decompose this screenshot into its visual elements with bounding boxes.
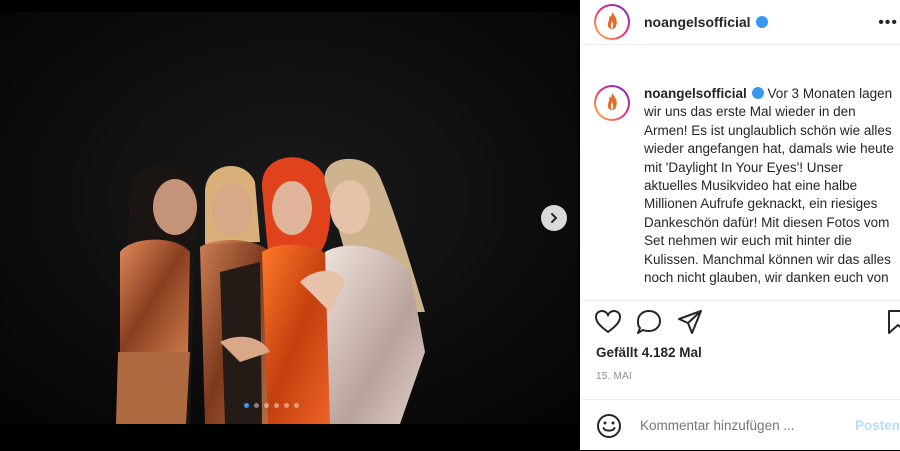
comment-bar: Posten	[580, 399, 900, 451]
carousel-dot	[254, 403, 259, 408]
carousel-indicator	[244, 403, 299, 408]
caption: noangelsofficial Vor 3 Monaten lagen wir…	[594, 85, 896, 287]
caption-username[interactable]: noangelsofficial	[644, 86, 747, 101]
post-photo[interactable]	[0, 12, 578, 424]
likes-count[interactable]: Gefällt 4.182 Mal	[596, 345, 702, 360]
post-media-panel	[0, 0, 580, 450]
heart-icon[interactable]	[594, 308, 622, 336]
chevron-right-icon	[551, 213, 558, 223]
bookmark-icon[interactable]	[884, 308, 900, 336]
flame-logo-icon	[607, 12, 617, 29]
photo-illustration	[0, 12, 578, 424]
caption-text: noangelsofficial Vor 3 Monaten lagen wir…	[644, 85, 896, 287]
comment-icon[interactable]	[635, 308, 663, 336]
verified-badge-icon	[751, 87, 764, 99]
caption-body: Vor 3 Monaten lagen wir uns das erste Ma…	[644, 86, 894, 286]
post-actions	[594, 308, 900, 338]
post-side-panel: noangelsofficial ••• noangelsofficial Vo…	[580, 0, 900, 450]
emoji-icon[interactable]	[596, 413, 622, 439]
carousel-dot	[264, 403, 269, 408]
username-link[interactable]: noangelsofficial	[644, 14, 751, 30]
next-slide-button[interactable]	[541, 205, 567, 231]
carousel-dot	[284, 403, 289, 408]
avatar[interactable]	[594, 85, 630, 121]
share-icon[interactable]	[676, 308, 704, 336]
post-header: noangelsofficial •••	[580, 0, 900, 45]
flame-logo-icon	[607, 93, 617, 110]
caption-area: noangelsofficial Vor 3 Monaten lagen wir…	[580, 45, 900, 301]
avatar[interactable]	[594, 4, 630, 40]
post-comment-button[interactable]: Posten	[855, 418, 900, 433]
more-icon[interactable]: •••	[878, 14, 898, 32]
post-date[interactable]: 15. MAI	[596, 371, 632, 382]
carousel-dot	[294, 403, 299, 408]
carousel-dot-active	[244, 403, 249, 408]
comment-input[interactable]	[638, 417, 852, 434]
carousel-dot	[274, 403, 279, 408]
verified-badge-icon	[755, 16, 768, 28]
